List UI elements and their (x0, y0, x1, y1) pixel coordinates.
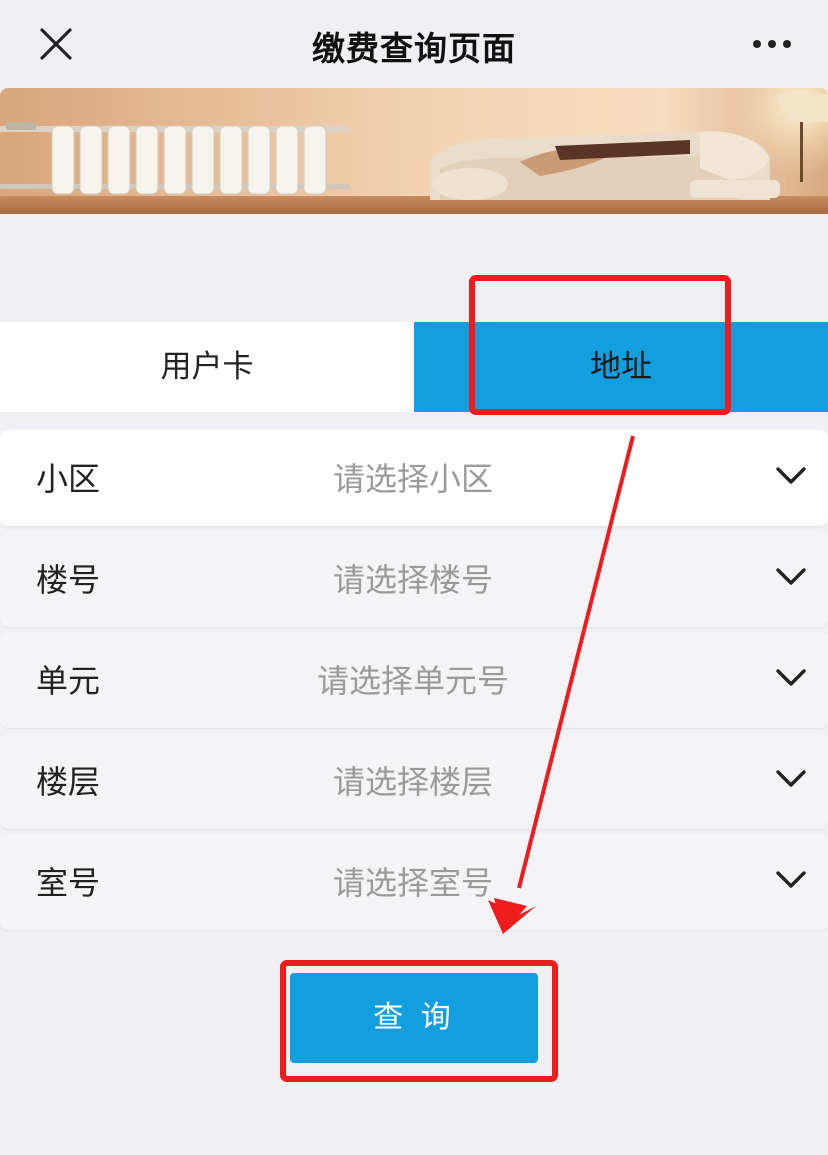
building-select[interactable]: 楼号 请选择楼号 (0, 531, 828, 627)
navigation-bar: 缴费查询页面 (0, 0, 828, 88)
chevron-down-icon (774, 565, 808, 589)
unit-label: 单元 (36, 662, 101, 700)
room-label: 室号 (36, 864, 101, 902)
room-placeholder: 请选择室号 (332, 864, 493, 902)
building-placeholder: 请选择楼号 (332, 561, 493, 599)
tab-user-card[interactable]: 用户卡 (0, 322, 414, 412)
floor-label: 楼层 (36, 763, 101, 801)
community-placeholder: 请选择小区 (332, 460, 493, 498)
query-mode-tabs: 用户卡 地址 (0, 322, 828, 412)
more-icon[interactable] (750, 36, 794, 52)
chevron-down-icon (774, 464, 808, 488)
address-form: 小区 请选择小区 楼号 请选择楼号 单元 请选择单元号 楼层 请选择楼层 室号 … (0, 430, 828, 935)
chevron-down-icon (774, 767, 808, 791)
room-select[interactable]: 室号 请选择室号 (0, 834, 828, 930)
community-label: 小区 (36, 460, 101, 498)
chevron-down-icon (774, 666, 808, 690)
unit-select[interactable]: 单元 请选择单元号 (0, 632, 828, 728)
floor-select[interactable]: 楼层 请选择楼层 (0, 733, 828, 829)
tab-address[interactable]: 地址 (414, 322, 828, 412)
banner-image (0, 88, 828, 214)
query-button[interactable]: 查 询 (290, 973, 538, 1063)
chevron-down-icon (774, 868, 808, 892)
building-label: 楼号 (36, 561, 101, 599)
page-title: 缴费查询页面 (312, 29, 516, 68)
community-select[interactable]: 小区 请选择小区 (0, 430, 828, 526)
floor-placeholder: 请选择楼层 (332, 763, 493, 801)
unit-placeholder: 请选择单元号 (316, 662, 509, 700)
